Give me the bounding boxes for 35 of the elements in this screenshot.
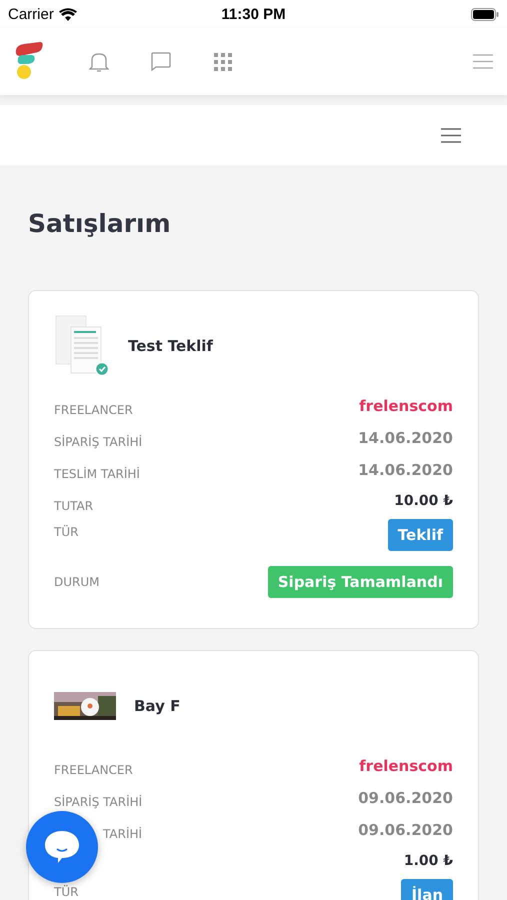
wifi-icon bbox=[58, 8, 77, 20]
carrier-name: Carrier bbox=[8, 6, 54, 22]
date-value: 09.06.2020 bbox=[358, 821, 453, 839]
message-icon[interactable] bbox=[151, 52, 171, 71]
type-button[interactable]: İlan bbox=[401, 879, 453, 900]
amount-value: 10.00 ₺ bbox=[394, 493, 453, 509]
field-label: SİPARİŞ TARİHİ bbox=[54, 434, 142, 449]
logo-icon[interactable] bbox=[14, 42, 44, 82]
field-label: TARİHİ bbox=[102, 826, 142, 841]
bell-icon[interactable] bbox=[89, 50, 109, 72]
document-icon bbox=[54, 315, 110, 377]
freelancer-link[interactable]: frelenscom bbox=[359, 397, 453, 415]
field-label: TESLİM TARİHİ bbox=[54, 466, 140, 481]
field-label: TUTAR bbox=[54, 498, 94, 513]
date-value: 14.06.2020 bbox=[358, 429, 453, 447]
date-value: 14.06.2020 bbox=[358, 461, 453, 479]
type-button[interactable]: Teklif bbox=[388, 519, 453, 551]
field-label: FREELANCER bbox=[54, 402, 133, 417]
field-label: TÜR bbox=[54, 524, 78, 539]
amount-value: 1.00 ₺ bbox=[404, 853, 453, 869]
field-label: SİPARİŞ TARİHİ bbox=[54, 794, 142, 809]
apps-grid-icon[interactable] bbox=[214, 52, 232, 70]
clock-time: 11:30 PM bbox=[221, 6, 286, 22]
chat-icon bbox=[44, 830, 80, 864]
field-label: FREELANCER bbox=[54, 762, 133, 777]
status-button[interactable]: Sipariş Tamamlandı bbox=[268, 566, 453, 598]
battery-icon bbox=[471, 8, 499, 20]
field-label: DURUM bbox=[54, 574, 100, 589]
order-title: Test Teklif bbox=[128, 337, 213, 355]
menu-icon[interactable] bbox=[441, 128, 461, 142]
page-title: Satışlarım bbox=[28, 209, 172, 238]
freelancer-link[interactable]: frelenscom bbox=[359, 757, 453, 775]
order-title: Bay F bbox=[134, 697, 180, 715]
field-label: TÜR bbox=[54, 884, 78, 899]
date-value: 09.06.2020 bbox=[358, 789, 453, 807]
